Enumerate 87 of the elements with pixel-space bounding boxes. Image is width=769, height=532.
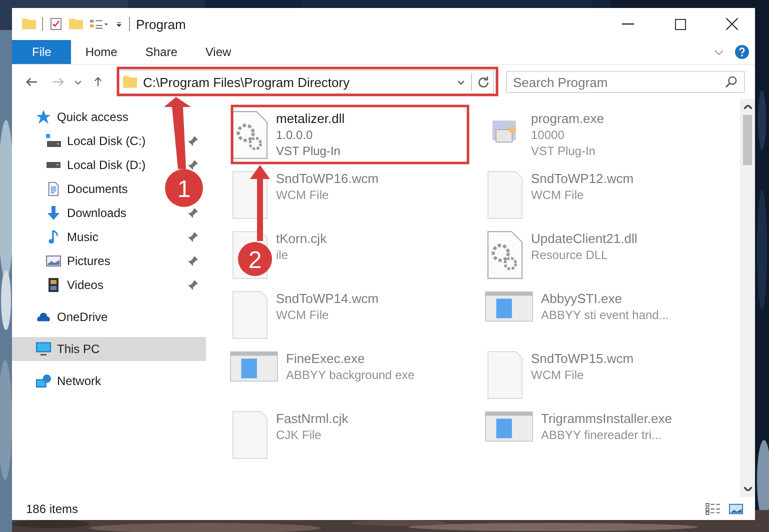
- sidebar-item[interactable]: OneDrive: [12, 305, 206, 329]
- document-icon: [46, 182, 61, 196]
- picture-frame-icon: [46, 254, 61, 268]
- arrow: [164, 97, 191, 169]
- download-arrow-icon: [46, 206, 61, 220]
- search-icon: [725, 76, 737, 88]
- file-name: SndToWP15.wcm: [531, 351, 634, 366]
- ribbon-tab[interactable]: Home: [71, 40, 132, 64]
- chevron-down-icon[interactable]: [457, 80, 465, 84]
- pin-icon[interactable]: [188, 280, 198, 290]
- file-detail: CJK File: [276, 428, 322, 442]
- drive-icon: [46, 134, 61, 148]
- cloud-icon: [36, 310, 51, 324]
- sidebar-item[interactable]: Pictures: [67, 254, 110, 268]
- sidebar-item[interactable]: Downloads: [67, 206, 126, 220]
- back-arrow-icon[interactable]: [26, 77, 38, 87]
- minimize-icon: [622, 23, 634, 25]
- pin-icon[interactable]: [188, 208, 198, 218]
- sidebar-item[interactable]: This PC: [12, 337, 206, 361]
- monitor-icon: [36, 342, 51, 356]
- file-detail: WCM File: [531, 368, 585, 382]
- file-detail: WCM File: [276, 308, 330, 322]
- scroll-up-icon[interactable]: [744, 105, 752, 109]
- file-detail: ABBYY sti event hand...: [541, 308, 669, 322]
- sidebar-item[interactable]: Quick access: [12, 105, 206, 129]
- address-field[interactable]: C:\Program Files\Program Directory: [118, 70, 494, 94]
- folder-icon: [123, 76, 137, 88]
- properties-icon[interactable]: [49, 18, 63, 30]
- ribbon-tab[interactable]: File: [12, 40, 72, 64]
- file-detail: ABBYY background exe: [286, 368, 415, 382]
- window-title: Program: [136, 16, 186, 32]
- film-icon: [46, 278, 61, 292]
- file-detail: ile: [276, 248, 290, 262]
- large-icons-view-icon[interactable]: [729, 502, 743, 514]
- sidebar-item[interactable]: Videos: [67, 278, 104, 292]
- drive-icon: [46, 162, 61, 168]
- close-icon: [726, 18, 738, 30]
- scroll-thumb[interactable]: [743, 115, 752, 165]
- file-name: FastNrml.cjk: [276, 411, 348, 426]
- item-count: 186 items: [26, 502, 78, 516]
- sidebar-item[interactable]: Network: [12, 369, 206, 393]
- file-name: TrigrammsInstaller.exe: [541, 411, 672, 426]
- ribbon-tab[interactable]: Share: [131, 40, 192, 64]
- details-view-icon[interactable]: [703, 502, 723, 514]
- pin-icon[interactable]: [188, 160, 198, 170]
- file-name: metalizer.dll: [276, 111, 345, 126]
- gears-file-icon[interactable]: [487, 231, 523, 279]
- gears-file-icon[interactable]: [232, 111, 268, 159]
- file-name: tKorn.cjk: [276, 231, 327, 246]
- network-icon: [36, 374, 51, 388]
- pin-icon[interactable]: [188, 136, 198, 146]
- chevron-down-icon[interactable]: [74, 80, 82, 84]
- file-name: UpdateClient21.dll: [531, 231, 638, 246]
- step-badge: 1: [165, 169, 203, 207]
- file-name: FineExec.exe: [286, 351, 366, 366]
- sidebar-item[interactable]: Music: [67, 230, 98, 244]
- help-icon[interactable]: [735, 45, 749, 59]
- address-path: C:\Program Files\Program Directory: [143, 74, 351, 90]
- dropdown-icon[interactable]: [115, 22, 123, 26]
- star-icon: [36, 110, 51, 124]
- file-detail: VST Plug-In: [531, 144, 596, 158]
- maximize-icon: [674, 18, 686, 30]
- refresh-icon[interactable]: [478, 76, 489, 88]
- search-field[interactable]: Search Program: [506, 71, 745, 93]
- scrollbar[interactable]: [740, 99, 755, 497]
- file-detail: WCM File: [531, 188, 585, 202]
- file-detail: Resource DLL: [531, 248, 609, 262]
- view-icon[interactable]: [89, 18, 109, 30]
- music-note-icon: [46, 230, 61, 244]
- file-detail: ABBYY finereader tri...: [541, 428, 663, 442]
- sidebar-item[interactable]: Local Disk (D:): [67, 158, 146, 172]
- ribbon-tab[interactable]: View: [191, 40, 246, 64]
- sidebar-item[interactable]: Documents: [67, 182, 128, 196]
- file-name: program.exe: [531, 111, 604, 126]
- file-detail: 1.0.0.0: [276, 128, 314, 142]
- file-name: AbbyySTI.exe: [541, 291, 623, 306]
- scroll-down-icon[interactable]: [744, 487, 752, 491]
- sidebar-item[interactable]: Local Disk (C:): [67, 134, 146, 148]
- pin-icon[interactable]: [188, 256, 198, 266]
- file-name: SndToWP14.wcm: [276, 291, 379, 306]
- file-name: SndToWP12.wcm: [531, 171, 634, 186]
- pin-icon[interactable]: [188, 232, 198, 242]
- file-detail: WCM File: [276, 188, 330, 202]
- file-detail: VST Plug-In: [276, 144, 342, 158]
- file-name: SndToWP16.wcm: [276, 171, 379, 186]
- file-detail: 10000: [531, 128, 566, 142]
- up-arrow-icon[interactable]: [92, 77, 104, 87]
